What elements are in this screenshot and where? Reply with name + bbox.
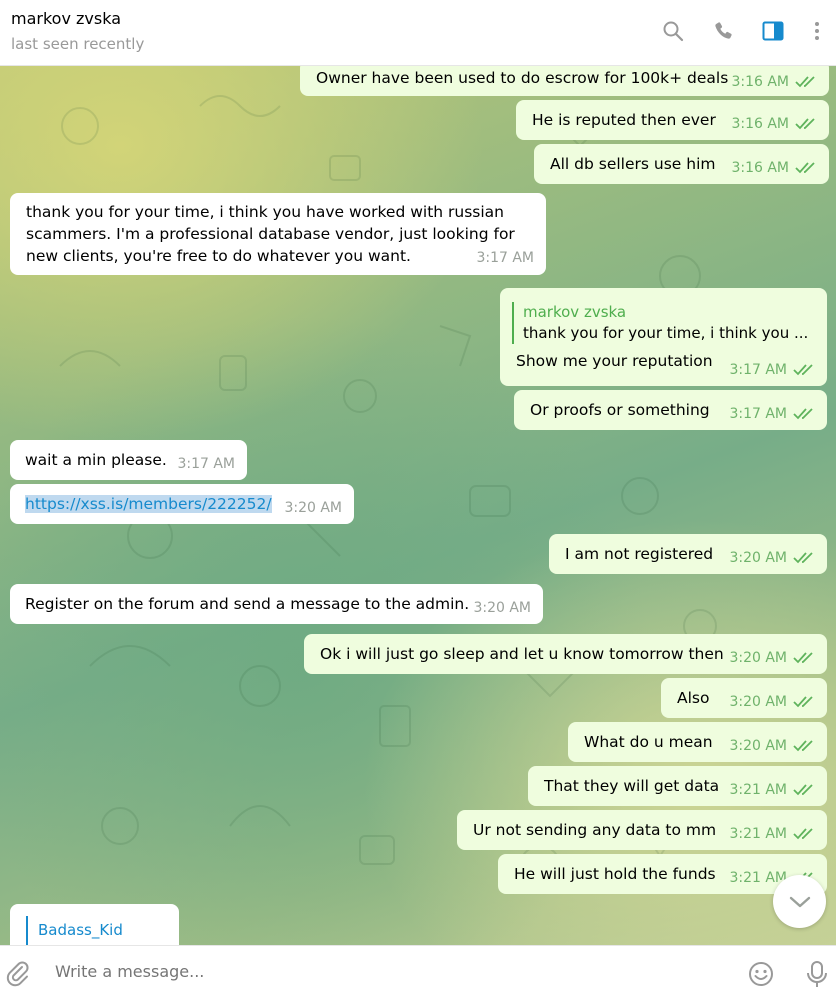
message-bubble-outgoing[interactable]: Or proofs or something 3:17 AM	[514, 390, 827, 430]
message-time: 3:17 AM	[177, 456, 235, 472]
double-check-icon	[795, 75, 819, 89]
reply-quote[interactable]: markov zvska thank you for your time, i …	[512, 302, 817, 344]
message-text: Ur not sending any data to mm	[473, 821, 717, 839]
reply-author: markov zvska	[523, 303, 627, 321]
message-time: 3:20 AM	[284, 500, 342, 516]
double-check-icon	[793, 651, 817, 665]
message-bubble-outgoing[interactable]: Ur not sending any data to mm 3:21 AM	[457, 810, 827, 850]
message-list[interactable]: Owner have been used to do escrow for 10…	[0, 66, 836, 945]
message-bubble-outgoing[interactable]: Owner have been used to do escrow for 10…	[300, 66, 829, 96]
message-time: 3:20 AM	[729, 738, 787, 754]
message-text: Owner have been used to do escrow for 10…	[316, 69, 729, 87]
message-bubble-incoming[interactable]: https://xss.is/members/222252/ 3:20 AM	[10, 484, 354, 524]
message-bubble-outgoing[interactable]: I am not registered 3:20 AM	[549, 534, 827, 574]
message-text: Or proofs or something	[530, 401, 710, 419]
message-text: He will just hold the funds	[514, 865, 716, 883]
message-bubble-incoming[interactable]: Register on the forum and send a message…	[10, 584, 543, 624]
search-icon[interactable]	[660, 18, 686, 44]
message-time: 3:20 AM	[473, 600, 531, 616]
message-text: Also	[677, 689, 710, 707]
message-input[interactable]	[55, 962, 705, 981]
reply-quote[interactable]: Badass_Kid	[26, 916, 179, 945]
message-bubble-outgoing[interactable]: What do u mean 3:20 AM	[568, 722, 827, 762]
scroll-to-bottom-button[interactable]	[773, 875, 826, 928]
message-bubble-outgoing[interactable]: All db sellers use him 3:16 AM	[534, 144, 829, 184]
peer-status: last seen recently	[11, 35, 145, 53]
message-time: 3:21 AM	[729, 826, 787, 842]
double-check-icon	[795, 117, 819, 131]
message-text: He is reputed then ever	[532, 111, 716, 129]
message-bubble-incoming-reply[interactable]: Badass_Kid	[10, 904, 179, 945]
double-check-icon	[793, 695, 817, 709]
message-time: 3:17 AM	[729, 362, 787, 378]
message-text: Register on the forum and send a message…	[25, 595, 470, 613]
message-time: 3:20 AM	[729, 550, 787, 566]
double-check-icon	[793, 551, 817, 565]
double-check-icon	[793, 407, 817, 421]
message-time: 3:21 AM	[729, 782, 787, 798]
message-text: What do u mean	[584, 733, 713, 751]
message-time: 3:16 AM	[731, 74, 789, 90]
double-check-icon	[793, 363, 817, 377]
double-check-icon	[795, 161, 819, 175]
double-check-icon	[793, 783, 817, 797]
message-text: I am not registered	[565, 545, 714, 563]
more-vertical-icon[interactable]	[804, 18, 830, 44]
message-bubble-outgoing[interactable]: Ok i will just go sleep and let u know t…	[304, 634, 827, 674]
message-text-line: new clients, you're free to do whatever …	[26, 247, 411, 265]
message-bubble-incoming[interactable]: thank you for your time, i think you hav…	[10, 193, 546, 275]
message-time: 3:16 AM	[731, 116, 789, 132]
emoji-icon[interactable]	[747, 960, 775, 988]
double-check-icon	[793, 739, 817, 753]
message-bubble-incoming[interactable]: wait a min please. 3:17 AM	[10, 440, 247, 480]
message-text: That they will get data	[544, 777, 720, 795]
message-bubble-outgoing-reply[interactable]: markov zvska thank you for your time, i …	[500, 288, 827, 386]
message-link[interactable]: https://xss.is/members/222252/	[25, 495, 272, 513]
message-time: 3:17 AM	[729, 406, 787, 422]
message-time: 3:20 AM	[729, 694, 787, 710]
message-text: All db sellers use him	[550, 155, 716, 173]
message-bubble-outgoing[interactable]: He is reputed then ever 3:16 AM	[516, 100, 829, 140]
chat-header: markov zvska last seen recently	[0, 0, 836, 66]
message-time: 3:16 AM	[731, 160, 789, 176]
message-composer	[0, 945, 836, 999]
message-text: Ok i will just go sleep and let u know t…	[320, 645, 724, 663]
reply-author: Badass_Kid	[38, 921, 123, 939]
message-bubble-outgoing[interactable]: That they will get data 3:21 AM	[528, 766, 827, 806]
message-text-line: scammers. I'm a professional database ve…	[26, 225, 515, 243]
reply-snippet: thank you for your time, i think you ...	[523, 324, 809, 342]
double-check-icon	[793, 827, 817, 841]
message-text: wait a min please.	[25, 451, 167, 469]
chevron-down-icon	[789, 896, 810, 907]
paperclip-icon[interactable]	[5, 960, 33, 988]
message-text-line: thank you for your time, i think you hav…	[26, 203, 505, 221]
phone-icon[interactable]	[711, 18, 737, 44]
sidebar-toggle-icon[interactable]	[760, 18, 786, 44]
message-bubble-outgoing[interactable]: Also 3:20 AM	[661, 678, 827, 718]
message-time: 3:20 AM	[729, 650, 787, 666]
message-time: 3:17 AM	[476, 250, 534, 266]
peer-name[interactable]: markov zvska	[11, 9, 121, 28]
microphone-icon[interactable]	[803, 959, 831, 989]
